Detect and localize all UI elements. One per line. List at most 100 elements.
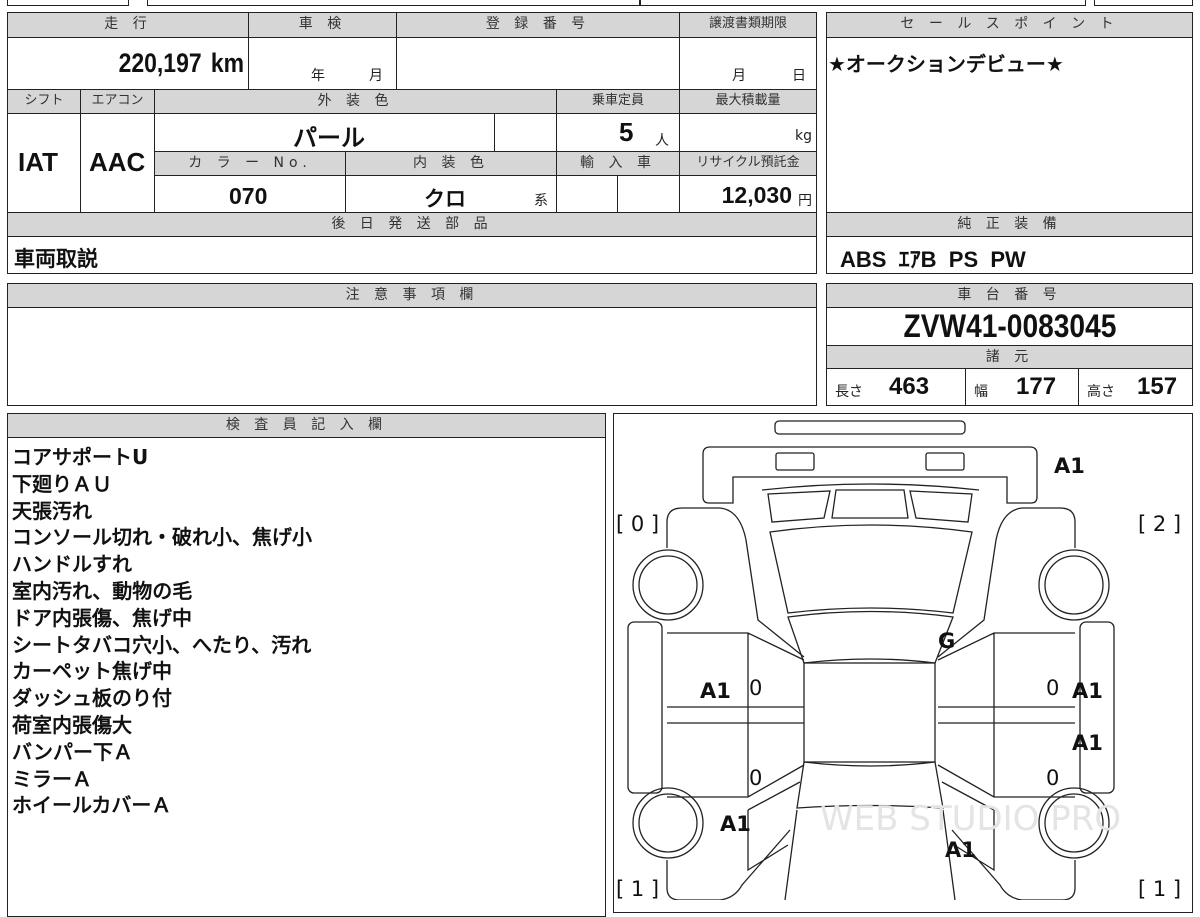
odometer-cell: 220,197 km	[7, 37, 249, 90]
specs-width-label: 幅	[974, 384, 988, 400]
interior-color-unit: 系	[534, 193, 548, 209]
transfer-day-unit: 日	[792, 68, 806, 84]
top-strip-box	[147, 0, 640, 6]
inspector-note: コンソール切れ・破れ小、焦げ小	[12, 525, 312, 550]
right-rear-door-mark: 0	[1046, 676, 1059, 700]
transfer-deadline-header: 譲渡書類期限	[679, 12, 817, 38]
recycle-fee-cell: 12,030 円	[679, 175, 817, 213]
capacity-unit: 人	[655, 133, 669, 149]
shift-cell: IAT	[7, 113, 81, 213]
inspector-note: バンパー下Ａ	[12, 739, 133, 764]
top-strip-box	[640, 0, 1086, 6]
chassis-number-cell: ZVW41-0083045	[826, 307, 1193, 346]
max-load-cell: kg	[679, 113, 817, 152]
later-parts-header: 後 日 発 送 部 品	[7, 212, 817, 237]
interior-color-value: クロ	[424, 188, 466, 211]
later-parts-cell: 車両取説	[7, 236, 817, 274]
inspector-note: ハンドルすれ	[12, 552, 132, 577]
inspection-header: 車 検	[248, 12, 397, 38]
exterior-color-header: 外 装 色	[154, 89, 557, 114]
specs-width-value: 177	[1016, 373, 1057, 400]
exterior-color-value: パール	[293, 125, 365, 152]
cabin-shape	[803, 662, 936, 763]
top-strip-box	[7, 0, 129, 6]
capacity-header: 乗車定員	[556, 89, 680, 114]
car-condition-diagram: WEB STUDIO PRO A1 [ 0 ] [ 2 ] G A1 0 0 A…	[616, 420, 1181, 900]
max-load-header: 最大積載量	[679, 89, 817, 114]
rear-bumper-grade: A1	[1054, 454, 1085, 478]
inspector-header: 検 査 員 記 入 欄	[7, 413, 606, 438]
sales-point-value: ★オークションデビュー★	[828, 54, 1064, 76]
specs-header: 諸 元	[826, 345, 1193, 369]
transfer-month-unit: 月	[732, 68, 746, 84]
left-rear-door-mark: 0	[749, 676, 762, 700]
rear-light-left	[775, 452, 815, 471]
sales-point-header: セ ー ル ス ポ イ ン ト	[826, 12, 1193, 38]
recycle-fee-unit: 円	[798, 193, 812, 209]
max-load-unit: kg	[795, 128, 812, 144]
right-rear-door-grade: A1	[1072, 679, 1103, 703]
genuine-equipment-header: 純 正 装 備	[826, 212, 1193, 237]
inspector-note: ホイールカバーＡ	[12, 793, 172, 818]
inspector-note: 天張汚れ	[12, 498, 92, 523]
roof-shape	[787, 610, 954, 664]
aircon-value: AAC	[89, 147, 146, 177]
specs-length-label: 長さ	[835, 384, 863, 400]
registration-cell	[396, 37, 680, 90]
imported-cell-b	[617, 175, 680, 213]
specs-length-value: 463	[889, 373, 930, 400]
specs-width-cell: 幅 177	[965, 368, 1079, 406]
specs-height-value: 157	[1137, 373, 1178, 400]
roof-grade: G	[938, 629, 955, 653]
left-front-door-mark: 0	[749, 766, 762, 790]
specs-height-label: 高さ	[1087, 384, 1115, 400]
odometer-value: 220,197	[119, 48, 202, 78]
specs-height-cell: 高さ 157	[1078, 368, 1193, 406]
interior-color-cell: クロ 系	[345, 175, 557, 213]
aircon-header: エアコン	[80, 89, 155, 114]
right-front-door-grade: A1	[1072, 731, 1103, 755]
left-front-fender-grade: A1	[720, 812, 751, 836]
rear-spoiler-shape	[774, 420, 966, 435]
inspection-month-unit: 月	[369, 68, 383, 84]
left-rear-door-grade: A1	[700, 679, 731, 703]
caution-cell	[7, 307, 817, 406]
tire-rear-right-tread: [ 2 ]	[1138, 512, 1181, 536]
genuine-equipment-cell: ABS ｴｱB PS PW	[826, 236, 1193, 274]
inspector-note: ミラーＡ	[12, 766, 92, 791]
capacity-value: 5	[619, 117, 634, 147]
exterior-color-extra-cell	[494, 113, 557, 152]
right-front-door-mark: 0	[1046, 766, 1059, 790]
shift-header: シフト	[7, 89, 81, 114]
inspector-note: カーペット焦げ中	[12, 659, 172, 684]
rear-light-right	[925, 452, 965, 471]
inspector-note: 室内汚れ、動物の毛	[12, 579, 193, 603]
color-no-header: カ ラ ー No.	[154, 151, 346, 176]
inspector-note: 荷室内張傷大	[12, 713, 132, 737]
later-parts-value: 車両取説	[14, 248, 98, 271]
imported-header: 輸 入 車	[556, 151, 680, 176]
inspector-note: ドア内張傷、焦げ中	[12, 605, 192, 630]
color-no-cell: 070	[154, 175, 346, 213]
interior-color-header: 内 装 色	[345, 151, 557, 176]
genuine-equipment-value: ABS ｴｱB PS PW	[840, 247, 1026, 272]
aircon-cell: AAC	[80, 113, 155, 213]
inspection-year-unit: 年	[311, 68, 325, 84]
inspector-note: シートタバコ穴小、へたり、汚れ	[12, 632, 312, 657]
odometer-header: 走 行	[7, 12, 249, 38]
rear-bumper-shape	[702, 446, 1038, 504]
recycle-fee-value: 12,030	[721, 182, 792, 208]
inspector-note: ダッシュ板のり付	[12, 686, 172, 711]
shift-value: IAT	[18, 147, 58, 177]
tire-rear-left-tread: [ 0 ]	[616, 512, 659, 536]
top-strip-box	[1094, 0, 1193, 6]
sales-point-cell: ★オークションデビュー★	[826, 37, 1193, 213]
inspection-cell: 年 月	[248, 37, 397, 90]
imported-cell-a	[556, 175, 618, 213]
chassis-number-value: ZVW41-0083045	[903, 308, 1116, 344]
chassis-number-header: 車 台 番 号	[826, 283, 1193, 308]
tire-front-right-tread: [ 1 ]	[1138, 877, 1181, 900]
specs-length-cell: 長さ 463	[826, 368, 966, 406]
transfer-deadline-cell: 月 日	[679, 37, 817, 90]
color-no-value: 070	[229, 183, 268, 209]
